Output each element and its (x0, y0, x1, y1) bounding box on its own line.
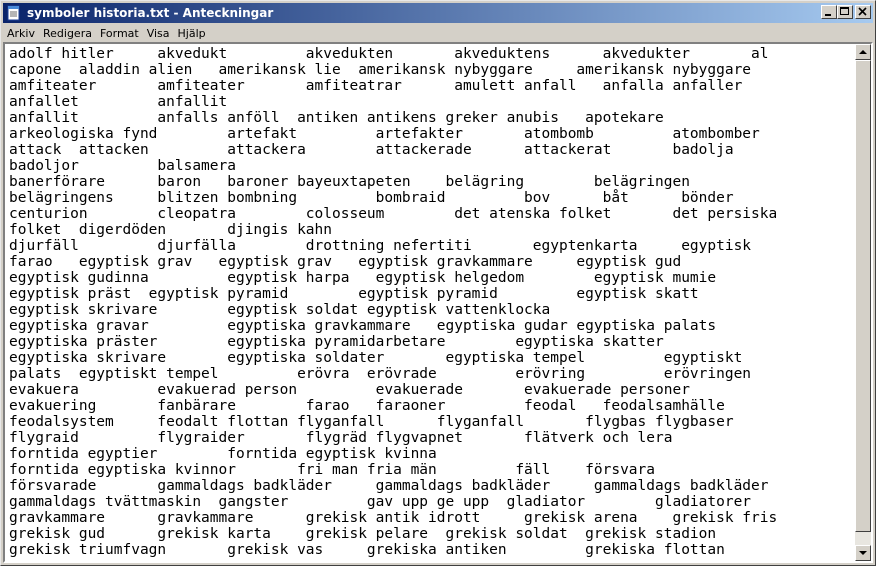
notepad-icon[interactable] (6, 5, 22, 21)
menu-format[interactable]: Format (96, 27, 143, 40)
text-line: flygraid flygraider flygräd flygvapnet f… (9, 430, 673, 446)
minimize-button[interactable] (821, 5, 837, 19)
text-line: belägringens blitzen bombning bombraid b… (9, 190, 734, 206)
text-line: grekisk gud grekisk karta grekisk pelare… (9, 526, 717, 542)
text-content[interactable]: adolf hitler akvedukt akvedukten akveduk… (9, 46, 853, 561)
text-line: egyptisk skrivare egyptisk soldat egypti… (9, 302, 551, 318)
scroll-down-button[interactable] (855, 545, 871, 561)
text-line: egyptiska präster egyptiska pyramidarbet… (9, 334, 664, 350)
close-button[interactable] (855, 5, 871, 19)
text-line: capone aladdin alien amerikansk lie amer… (9, 62, 752, 78)
window-title: symboler historia.txt - Anteckningar (27, 6, 274, 20)
maximize-icon (840, 7, 849, 15)
text-line: gammaldags tvättmaskin gangster gav upp … (9, 494, 752, 510)
text-line: egyptiska skrivare egyptiska soldater eg… (9, 350, 743, 366)
text-line: arkeologiska fynd artefakt artefakter at… (9, 126, 760, 142)
maximize-button[interactable] (837, 5, 853, 19)
text-line: egyptisk präst egyptisk pyramid egyptisk… (9, 286, 699, 302)
text-line: gravkammare gravkammare grekisk antik id… (9, 510, 778, 526)
text-line: attack attacken attackera attackerade at… (9, 142, 734, 158)
text-line: folket digerdöden djingis kahn (9, 222, 333, 238)
notepad-window: symboler historia.txt - Anteckningar Ark… (0, 0, 876, 566)
title-bar[interactable]: symboler historia.txt - Anteckningar (3, 3, 873, 23)
minimize-icon (825, 14, 831, 16)
text-line: feodalsystem feodalt flottan flyganfall … (9, 414, 734, 430)
close-icon (858, 7, 867, 16)
scroll-thumb[interactable] (855, 60, 871, 532)
text-line: grekisk triumfvagn grekisk vas grekiska … (9, 542, 725, 558)
text-line: djurfäll djurfälla drottning nefertiti e… (9, 238, 752, 254)
menu-bar: Arkiv Redigera Format Visa Hjälp (3, 24, 873, 42)
text-line: egyptisk gudinna egyptisk harpa egyptisk… (9, 270, 717, 286)
arrow-down-icon (859, 551, 867, 555)
window-controls (821, 5, 871, 19)
text-line: adolf hitler akvedukt akvedukten akveduk… (9, 46, 769, 62)
text-line: anfallet anfallit (9, 94, 228, 110)
menu-redigera[interactable]: Redigera (39, 27, 96, 40)
text-line: amfiteater amfiteater amfiteatrar amulet… (9, 78, 743, 94)
text-line: forntida egyptiska kvinnor fri man fria … (9, 462, 656, 478)
arrow-up-icon (859, 50, 867, 54)
text-line: farao egyptisk grav egyptisk grav egypti… (9, 254, 682, 270)
menu-arkiv[interactable]: Arkiv (3, 27, 39, 40)
text-line: evakuering fanbärare farao faraoner feod… (9, 398, 725, 414)
vertical-scrollbar[interactable] (855, 44, 871, 561)
text-line: anfallit anfalls anföll antiken antikens… (9, 110, 664, 126)
menu-visa[interactable]: Visa (143, 27, 174, 40)
text-line: forntida egyptier forntida egyptisk kvin… (9, 446, 437, 462)
text-line: badoljor balsamera (9, 158, 236, 174)
text-line: evakuera evakuerad person evakuerade eva… (9, 382, 690, 398)
text-line: centurion cleopatra colosseum det atensk… (9, 206, 778, 222)
text-line: försvarade gammaldags badkläder gammalda… (9, 478, 769, 494)
text-line: banerförare baron baroner bayeuxtapeten … (9, 174, 690, 190)
menu-hjalp[interactable]: Hjälp (174, 27, 210, 40)
text-editor[interactable]: adolf hitler akvedukt akvedukten akveduk… (3, 42, 873, 563)
scroll-up-button[interactable] (855, 44, 871, 60)
text-line: palats egyptiskt tempel erövra erövrade … (9, 366, 752, 382)
text-line: egyptiska gravar egyptiska gravkammare e… (9, 318, 717, 334)
